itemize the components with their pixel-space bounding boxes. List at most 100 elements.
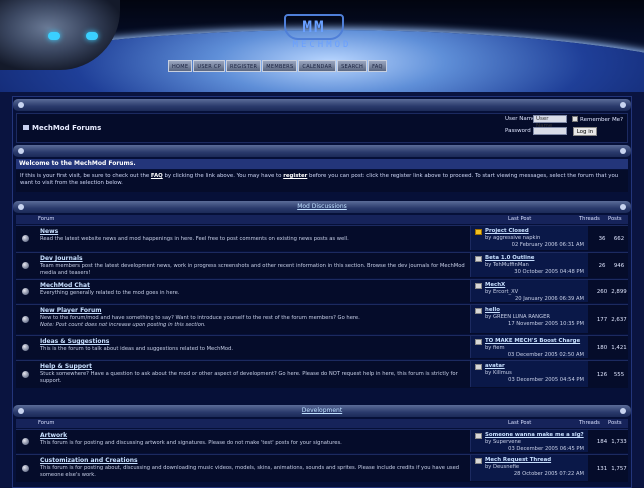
thread-icon: [475, 308, 482, 314]
knob-icon: [620, 148, 626, 154]
last-post-title-link[interactable]: TO MAKE MECH'S Boost Charge: [485, 338, 580, 344]
forum-status-icon: [22, 316, 29, 323]
forum-name-link[interactable]: Ideas & Suggestions: [40, 338, 109, 345]
logo-text: MECHMOD: [292, 40, 352, 50]
faq-link[interactable]: FAQ: [151, 173, 163, 179]
knob-icon: [620, 102, 626, 108]
col-last-post: Last Post: [508, 216, 532, 222]
forum-name-link[interactable]: Customization and Creations: [40, 457, 138, 464]
password-label: Password: [505, 128, 531, 134]
category-header: Development: [13, 405, 631, 417]
welcome-title: Welcome to the MechMod Forums.: [16, 159, 628, 169]
robot-eye-icon: [48, 32, 60, 40]
last-post-date: 03 December 2005 04:54 PM: [508, 377, 584, 383]
last-post-cell: Mech Request Thread by Deusnefie 28 Octobe…: [470, 455, 588, 481]
last-post-title-link[interactable]: Someone wanna make me a sig?: [485, 432, 584, 438]
frame-top-cap: [13, 99, 631, 111]
password-input[interactable]: [533, 127, 567, 135]
last-post-author-link[interactable]: by Deusnefie: [485, 464, 519, 470]
last-post-date: 20 January 2006 06:39 AM: [514, 296, 584, 302]
forum-row: Ideas & Suggestions This is the forum to …: [16, 335, 628, 359]
last-post-author-link[interactable]: by TehMuffinMan: [485, 262, 529, 268]
top-navbar: Home User CP Register Members Calendar S…: [168, 60, 387, 72]
last-post-date: 28 October 2005 07:22 AM: [513, 471, 584, 477]
last-post-cell: hello by GREEN LUNA RANGER 17 November 200…: [470, 305, 588, 333]
username-label: User Name: [505, 116, 536, 122]
forum-status-icon: [22, 235, 29, 242]
thread-icon: [475, 283, 482, 289]
col-posts[interactable]: Posts: [608, 216, 622, 222]
col-threads[interactable]: Threads: [579, 216, 600, 222]
site-banner: MM MECHMOD Home User CP Register Members…: [0, 0, 644, 92]
register-link[interactable]: register: [283, 173, 307, 179]
last-post-date: 30 October 2005 04:48 PM: [514, 269, 584, 275]
forum-row: MechMod Chat Everything generally related…: [16, 279, 628, 303]
category-header: Mod Discussions: [13, 201, 631, 213]
last-post-author-link[interactable]: by aggressive napkin: [485, 235, 540, 241]
last-post-cell: Beta 1.0 Outline by TehMuffinMan 30 Octobe…: [470, 253, 588, 277]
last-post-date: 17 November 2005 10:35 PM: [508, 321, 584, 327]
login-button[interactable]: Log in: [573, 127, 597, 136]
last-post-author-link[interactable]: by GREEN LUNA RANGER: [485, 314, 550, 320]
logo-mark[interactable]: MM: [284, 14, 344, 40]
last-post-title-link[interactable]: Project Closed: [485, 228, 529, 234]
username-input[interactable]: User Name: [533, 115, 567, 129]
last-post-title-link[interactable]: hello: [485, 307, 500, 313]
warning-icon: [475, 229, 482, 235]
knob-icon: [18, 148, 24, 154]
last-post-author-link[interactable]: by Killmus: [485, 370, 512, 376]
forum-row: Dev Journals Team members post the latest…: [16, 252, 628, 278]
robot-eye-icon: [86, 32, 98, 40]
forum-status-icon: [22, 262, 29, 269]
site-title[interactable]: MechMod Forums: [23, 124, 101, 132]
last-post-cell: MechX by Ercort_XV 20 January 2006 06:39 A…: [470, 280, 588, 302]
last-post-cell: Project Closed by aggressive napkin 02 Feb…: [470, 226, 588, 250]
knob-icon: [620, 204, 626, 210]
nav-register[interactable]: Register: [226, 60, 262, 72]
forum-name-link[interactable]: Help & Support: [40, 363, 92, 370]
nav-calendar[interactable]: Calendar: [298, 60, 337, 72]
post-count: 2,899: [611, 289, 627, 295]
category-title[interactable]: Development: [13, 407, 631, 414]
forum-name-link[interactable]: Artwork: [40, 432, 67, 439]
nav-user-cp[interactable]: User CP: [193, 60, 226, 72]
last-post-cell: Someone wanna make me a sig? by Supervene…: [470, 430, 588, 452]
remember-label: Remember Me?: [580, 117, 623, 123]
nav-faq[interactable]: FAQ: [368, 60, 387, 72]
forum-name-link[interactable]: News: [40, 228, 58, 235]
nav-home[interactable]: Home: [168, 60, 193, 72]
forum-name-link[interactable]: Dev Journals: [40, 255, 83, 262]
nav-search[interactable]: Search: [337, 60, 368, 72]
last-post-cell: avatar by Killmus 03 December 2005 04:54 P…: [470, 361, 588, 387]
forum-row: Help & Support Stuck somewhere? Have a qu…: [16, 360, 628, 388]
col-threads[interactable]: Threads: [579, 420, 600, 426]
post-count: 1,421: [611, 345, 627, 351]
knob-icon: [620, 408, 626, 414]
last-post-title-link[interactable]: MechX: [485, 282, 505, 288]
thread-icon: [475, 339, 482, 345]
post-count: 662: [613, 236, 625, 242]
category-title[interactable]: Mod Discussions: [13, 203, 631, 210]
last-post-author-link[interactable]: by Ercort_XV: [485, 289, 518, 295]
last-post-title-link[interactable]: avatar: [485, 363, 505, 369]
forum-status-icon: [22, 371, 29, 378]
nav-members[interactable]: Members: [262, 60, 298, 72]
last-post-author-link[interactable]: by fiem: [485, 345, 505, 351]
forum-description: This forum is for posting about, discuss…: [40, 465, 460, 478]
forum-name-link[interactable]: New Player Forum: [40, 307, 102, 314]
forum-description: New to the forum/mod and have something …: [40, 315, 360, 321]
last-post-title-link[interactable]: Mech Request Thread: [485, 457, 551, 463]
thread-icon: [475, 364, 482, 370]
frame-cap: [13, 145, 631, 157]
post-count: 2,637: [611, 317, 627, 323]
last-post-author-link[interactable]: by Supervene: [485, 439, 521, 445]
last-post-title-link[interactable]: Beta 1.0 Outline: [485, 255, 534, 261]
last-post-date: 02 February 2006 06:31 AM: [511, 242, 584, 248]
last-post-cell: TO MAKE MECH'S Boost Charge by fiem 03 Dec…: [470, 336, 588, 358]
col-posts[interactable]: Posts: [608, 420, 622, 426]
post-count: 555: [613, 372, 625, 378]
remember-checkbox[interactable]: [572, 116, 578, 122]
table-header: Forum Last Post Threads Posts: [16, 215, 628, 224]
forum-note: Note: Post count does not increase upon …: [40, 322, 206, 328]
forum-name-link[interactable]: MechMod Chat: [40, 282, 90, 289]
